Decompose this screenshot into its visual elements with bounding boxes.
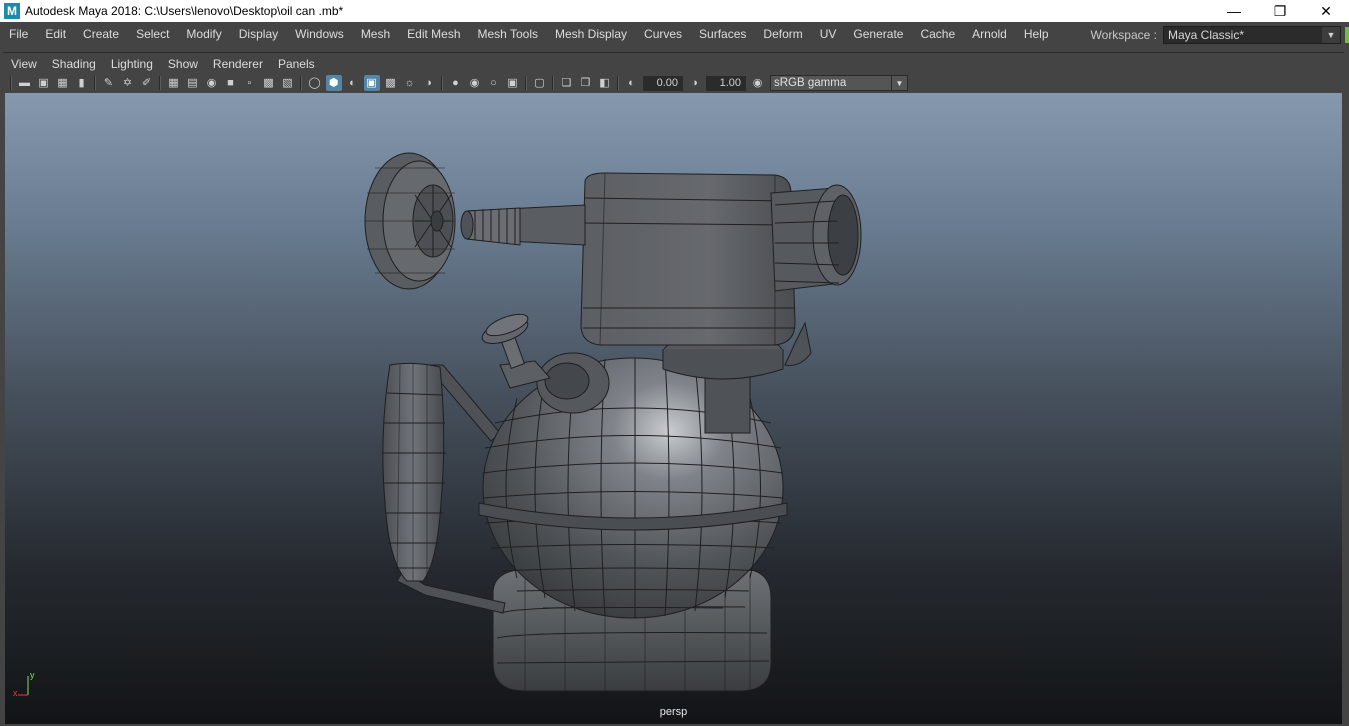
menu-arnold[interactable]: Arnold (963, 27, 1015, 41)
safe-action-icon[interactable]: ▩ (261, 75, 277, 91)
menu-edit-mesh[interactable]: Edit Mesh (398, 27, 468, 41)
bookmarks-icon[interactable]: ▦ (55, 75, 71, 91)
view-transform-value: sRGB gamma (774, 77, 847, 89)
safe-title-icon[interactable]: ▧ (280, 75, 296, 91)
menu-cache[interactable]: Cache (911, 27, 963, 41)
toolbar-separator (300, 76, 302, 90)
menu-display[interactable]: Display (230, 27, 286, 41)
menu-mesh[interactable]: Mesh (352, 27, 398, 41)
xray-joints-icon[interactable]: ❐ (578, 75, 594, 91)
2d-pan-zoom-icon[interactable]: ✡ (120, 75, 136, 91)
toolbar-separator (94, 76, 96, 90)
menu-uv[interactable]: UV (811, 27, 845, 41)
camera-label: persp (659, 706, 688, 718)
isolate-select-icon[interactable]: ▢ (532, 75, 548, 91)
wireframe-icon[interactable]: ◯ (307, 75, 323, 91)
toolbar-separator (525, 76, 527, 90)
view-transform-dropdown[interactable]: sRGB gamma ▼ (770, 75, 908, 91)
axis-x-label: x (13, 688, 18, 698)
oil-can-mesh (364, 152, 862, 692)
workspace-label: Workspace : (1090, 28, 1157, 42)
toolbar-separator (159, 76, 161, 90)
control-wheel (364, 152, 456, 290)
screen-space-ao-icon[interactable]: ● (448, 75, 464, 91)
smooth-shade-icon[interactable]: ⬢ (325, 75, 342, 91)
status-indicator (1345, 27, 1349, 43)
main-menubar: File Edit Create Select Modify Display W… (0, 22, 1349, 46)
image-plane-icon[interactable]: ▮ (74, 75, 90, 91)
wireframe-on-shaded-icon[interactable]: ▣ (363, 75, 380, 91)
workspace-selector: Workspace : Maya Classic* ▼ (1090, 25, 1349, 45)
close-button[interactable]: ✕ (1303, 0, 1349, 22)
resolution-gate-icon[interactable]: ◉ (204, 75, 220, 91)
menu-file[interactable]: File (0, 27, 36, 41)
field-chart-icon[interactable]: ▫ (242, 75, 258, 91)
exposure-icon[interactable]: ◐ (624, 75, 640, 91)
maya-logo-icon: M (4, 3, 20, 19)
default-material-icon[interactable]: ◐ (345, 75, 361, 91)
menu-modify[interactable]: Modify (177, 27, 229, 41)
menu-deform[interactable]: Deform (754, 27, 810, 41)
panel-menubar: View Shading Lighting Show Renderer Pane… (3, 54, 1344, 73)
panel-menu-lighting[interactable]: Lighting (103, 57, 160, 71)
panel-menu-view[interactable]: View (3, 57, 44, 71)
xray-components-icon[interactable]: ◧ (597, 75, 613, 91)
menu-mesh-display[interactable]: Mesh Display (546, 27, 635, 41)
window-title: Autodesk Maya 2018: C:\Users\lenovo\Desk… (25, 4, 344, 18)
gamma-field[interactable]: 1.00 (706, 75, 746, 91)
select-camera-icon[interactable]: ▬ (17, 75, 33, 91)
toolbar-separator (441, 76, 443, 90)
panel-menu-show[interactable]: Show (160, 57, 205, 71)
viewport-panel: View Shading Lighting Show Renderer Pane… (3, 52, 1344, 724)
panel-menu-panels[interactable]: Panels (270, 57, 322, 71)
menu-select[interactable]: Select (127, 27, 177, 41)
menu-curves[interactable]: Curves (635, 27, 690, 41)
workspace-dropdown[interactable]: Maya Classic* ▼ (1163, 26, 1341, 44)
toolbar-separator (617, 76, 619, 90)
handle-grip (382, 362, 446, 582)
brush-icon[interactable]: ✐ (139, 75, 155, 91)
valve-shaft (460, 204, 586, 246)
axis-y-label: y (30, 670, 35, 680)
xray-icon[interactable]: ❏ (559, 75, 575, 91)
shadows-icon[interactable]: ◑ (421, 75, 437, 91)
title-bar: M Autodesk Maya 2018: C:\Users\lenovo\De… (0, 0, 1349, 22)
motion-blur-icon[interactable]: ◉ (467, 75, 483, 91)
menu-windows[interactable]: Windows (286, 27, 352, 41)
depth-of-field-icon[interactable]: ▣ (505, 75, 521, 91)
minimize-button[interactable]: — (1211, 0, 1257, 22)
menu-surfaces[interactable]: Surfaces (690, 27, 754, 41)
menu-create[interactable]: Create (74, 27, 127, 41)
gate-mask-icon[interactable]: ■ (223, 75, 239, 91)
panel-menu-shading[interactable]: Shading (44, 57, 103, 71)
grid-icon[interactable]: ▦ (166, 75, 182, 91)
toolbar-separator (10, 76, 12, 90)
panel-menu-renderer[interactable]: Renderer (205, 57, 270, 71)
menu-generate[interactable]: Generate (844, 27, 911, 41)
textured-icon[interactable]: ▩ (383, 75, 399, 91)
dropdown-arrow-icon[interactable]: ▼ (891, 76, 907, 90)
menu-help[interactable]: Help (1015, 27, 1057, 41)
menu-edit[interactable]: Edit (36, 27, 74, 41)
window-controls: — ❐ ✕ (1211, 0, 1349, 22)
lights-icon[interactable]: ☼ (402, 75, 418, 91)
gamma-icon[interactable]: ◑ (687, 75, 703, 91)
menu-mesh-tools[interactable]: Mesh Tools (469, 27, 546, 41)
burner-box (580, 172, 796, 346)
axis-gizmo: x y (13, 670, 43, 700)
workspace-value: Maya Classic* (1168, 28, 1245, 42)
film-gate-icon[interactable]: ▤ (185, 75, 201, 91)
perspective-viewport[interactable]: x y persp (5, 93, 1342, 724)
dropdown-arrow-icon[interactable]: ▼ (1322, 27, 1340, 43)
anti-aliasing-icon[interactable]: ○ (486, 75, 502, 91)
color-management-icon[interactable]: ◉ (750, 75, 766, 91)
camera-attributes-icon[interactable]: ▣ (36, 75, 52, 91)
panel-toolbar: ▬ ▣ ▦ ▮ ✎ ✡ ✐ ▦ ▤ ◉ ■ ▫ ▩ ▧ ◯ ⬢ ◐ ▣ ▩ ☼ … (3, 73, 1344, 93)
toolbar-separator (552, 76, 554, 90)
exposure-field[interactable]: 0.00 (643, 75, 683, 91)
restore-button[interactable]: ❐ (1257, 0, 1303, 22)
grease-pencil-icon[interactable]: ✎ (101, 75, 117, 91)
